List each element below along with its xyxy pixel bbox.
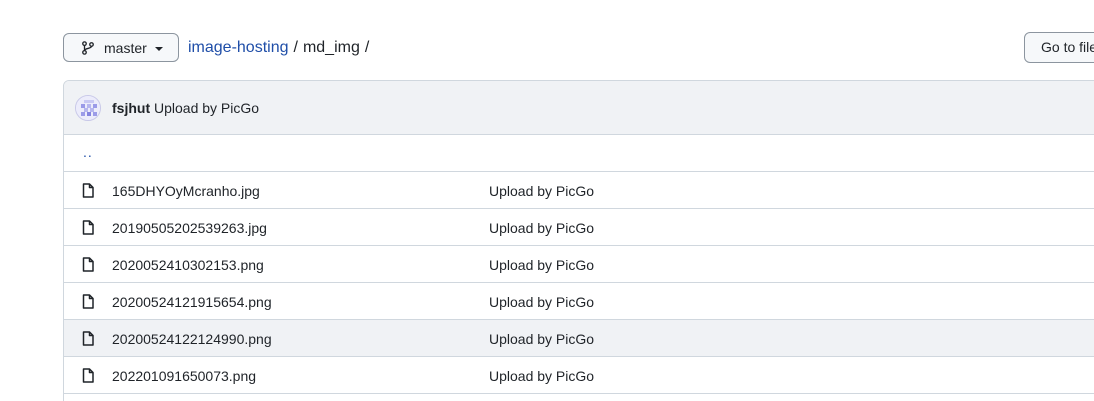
go-to-file-button[interactable]: Go to file bbox=[1024, 32, 1094, 63]
table-row[interactable]: 2020052410302153.png Upload by PicGo bbox=[64, 246, 1094, 283]
table-row[interactable]: 165DHYOyMcranho.jpg Upload by PicGo bbox=[64, 172, 1094, 209]
table-row[interactable]: 20200524122124990.png Upload by PicGo bbox=[64, 320, 1094, 357]
avatar[interactable] bbox=[75, 95, 101, 121]
file-name-link[interactable]: 20200524122124990.png bbox=[112, 331, 272, 347]
table-row[interactable]: 20200524121915654.png Upload by PicGo bbox=[64, 283, 1094, 320]
file-list: fsjhut Upload by PicGo .. 165DHYOyMcranh… bbox=[63, 80, 1094, 401]
file-icon bbox=[82, 183, 94, 198]
file-name-link[interactable]: 165DHYOyMcranho.jpg bbox=[112, 183, 260, 199]
breadcrumb-separator: / bbox=[293, 39, 298, 56]
file-commit-message[interactable]: Upload by PicGo bbox=[489, 183, 594, 199]
latest-commit-row: fsjhut Upload by PicGo bbox=[64, 81, 1094, 135]
file-icon bbox=[82, 331, 94, 346]
file-commit-message[interactable]: Upload by PicGo bbox=[489, 220, 594, 236]
branch-select-button[interactable]: master bbox=[63, 33, 179, 62]
breadcrumb-current-folder: md_img bbox=[302, 39, 360, 56]
table-row[interactable]: 202201091650073.png Upload by PicGo bbox=[64, 357, 1094, 394]
file-name-link[interactable]: 202201091650073.png bbox=[112, 368, 256, 384]
file-icon bbox=[82, 220, 94, 235]
caret-down-icon bbox=[155, 47, 163, 51]
file-name-link[interactable]: 20190505202539263.jpg bbox=[112, 220, 267, 236]
parent-directory-row[interactable]: .. bbox=[64, 135, 1094, 172]
page: master image-hosting / md_img / Go to file bbox=[0, 0, 1094, 401]
commit-message[interactable]: Upload by PicGo bbox=[154, 100, 259, 116]
breadcrumb: image-hosting / md_img / bbox=[188, 38, 374, 58]
branch-name: master bbox=[104, 40, 147, 56]
file-icon bbox=[82, 368, 94, 383]
commit-author[interactable]: fsjhut bbox=[112, 100, 150, 116]
commit-summary: fsjhut Upload by PicGo bbox=[112, 100, 259, 117]
file-icon bbox=[82, 257, 94, 272]
file-name-link[interactable]: 2020052410302153.png bbox=[112, 257, 264, 273]
git-branch-icon bbox=[82, 41, 94, 55]
parent-directory-link[interactable]: .. bbox=[83, 144, 93, 160]
table-row[interactable]: 20190505202539263.jpg Upload by PicGo bbox=[64, 209, 1094, 246]
file-commit-message[interactable]: Upload by PicGo bbox=[489, 331, 594, 347]
file-commit-message[interactable]: Upload by PicGo bbox=[489, 257, 594, 273]
file-icon bbox=[82, 294, 94, 309]
file-commit-message[interactable]: Upload by PicGo bbox=[489, 294, 594, 310]
breadcrumb-repo-link[interactable]: image-hosting bbox=[188, 39, 289, 56]
identicon-icon bbox=[76, 96, 100, 120]
file-name-link[interactable]: 20200524121915654.png bbox=[112, 294, 272, 310]
file-commit-message[interactable]: Upload by PicGo bbox=[489, 368, 594, 384]
breadcrumb-separator: / bbox=[364, 39, 370, 56]
